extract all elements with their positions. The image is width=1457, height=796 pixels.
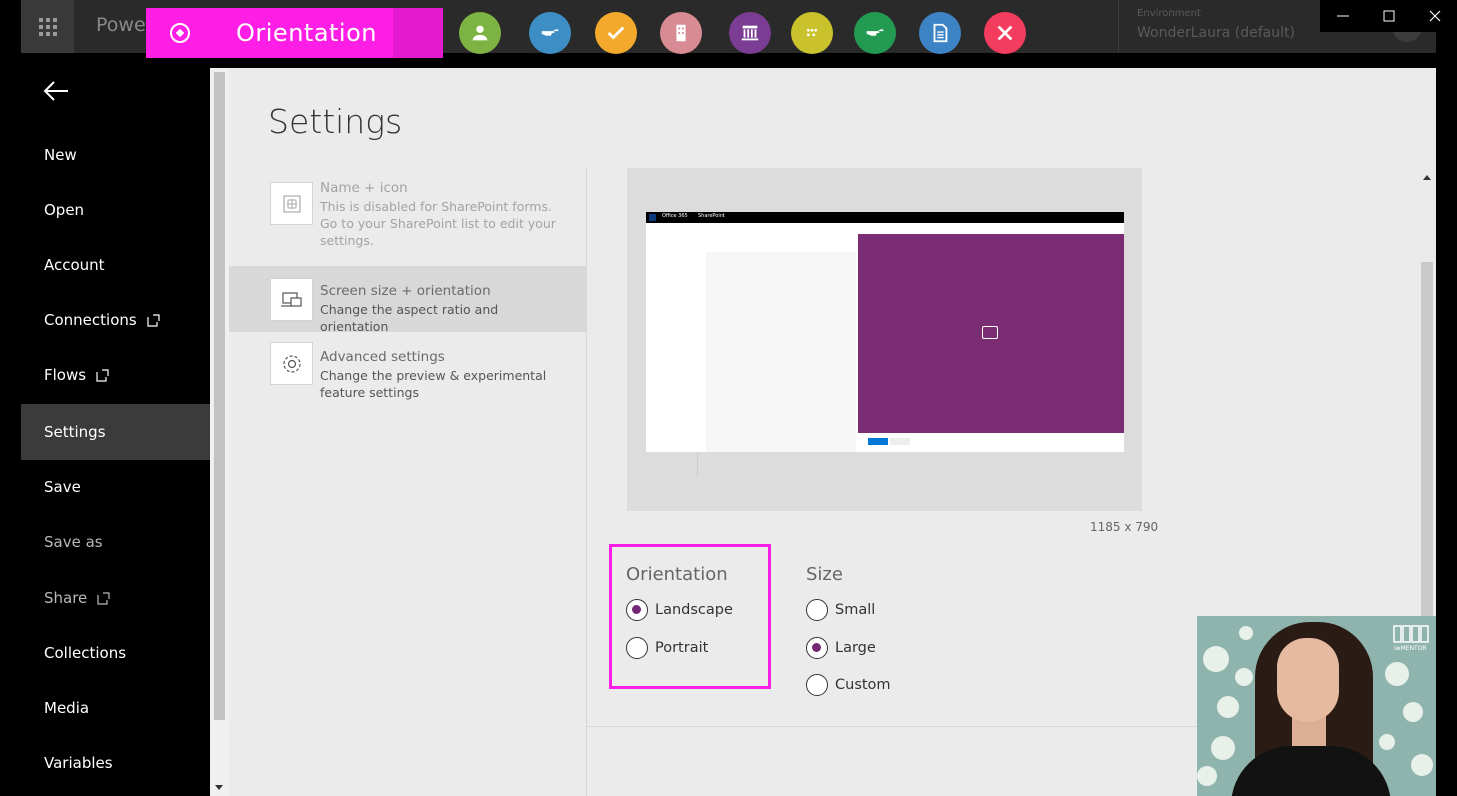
settings-item-title: Name + icon [320,180,408,196]
maximize-icon [1383,10,1395,22]
app-launcher-button[interactable] [21,0,74,53]
preview-canvas [858,234,1124,433]
screen-preview: Office 365 SharePoint [627,168,1142,511]
nav-item-share[interactable]: Share [21,570,210,626]
radio-empty-icon [626,637,648,659]
person-icon [472,25,488,41]
external-link-icon [96,368,109,382]
external-link-icon [97,591,110,605]
preview-button [868,438,888,445]
building-button[interactable] [660,12,702,54]
radio-landscape[interactable]: Landscape [626,598,733,622]
hand-pointing-icon [541,29,559,36]
settings-item-screen-size[interactable]: Screen size + orientation Change the asp… [229,266,586,334]
building-icon [676,24,686,42]
nav-item-collections[interactable]: Collections [21,625,210,681]
library-button[interactable] [729,12,771,54]
preview-button-secondary [890,438,910,445]
tools-icon [997,25,1013,41]
sidebar-scrollbar[interactable] [210,68,229,796]
nav-item-open[interactable]: Open [21,182,210,238]
gear-icon [270,342,313,385]
tools-button[interactable] [984,12,1026,54]
scroll-up-icon[interactable] [1423,175,1431,180]
nav-item-connections[interactable]: Connections [21,292,210,348]
checkmark-button[interactable] [595,12,637,54]
dots-grid-icon [806,28,818,37]
page-title: Settings [268,102,403,141]
badge-title: Orientation [236,19,377,47]
screen-dimensions: 1185 x 790 [1090,520,1159,534]
nav-item-flows[interactable]: Flows [21,347,210,403]
size-title: Size [806,564,843,585]
settings-item-title: Screen size + orientation [320,283,491,299]
image-icon [982,326,998,339]
minimize-button[interactable] [1320,0,1366,32]
settings-item-description: This is disabled for SharePoint forms. G… [320,199,556,248]
maximize-button[interactable] [1366,0,1412,32]
minimize-icon [1337,15,1349,17]
radio-empty-icon [806,674,828,696]
document-icon [933,23,948,43]
app-icon [270,182,313,225]
dots-grid-button[interactable] [791,12,833,54]
presenter-video: iwMENTOR [1197,616,1436,796]
nav-item-settings[interactable]: Settings [21,404,210,460]
preview-screen: Office 365 SharePoint [646,212,1124,452]
radio-custom[interactable]: Custom [806,673,891,697]
orientation-title: Orientation [626,564,728,585]
iwmentor-logo: iwMENTOR [1393,625,1429,652]
nav-item-media[interactable]: Media [21,680,210,736]
waffle-icon [39,18,57,36]
svg-text:iwMENTOR: iwMENTOR [1394,645,1427,652]
settings-item-name-icon: Name + icon This is disabled for SharePo… [229,174,586,248]
radio-selected-icon [806,637,828,659]
close-button[interactable] [1412,0,1457,32]
nav-item-variables[interactable]: Variables [21,735,210,791]
radio-selected-icon [626,599,648,621]
nav-item-new[interactable]: New [21,127,210,183]
nav-item-account[interactable]: Account [21,237,210,293]
screen-size-icon [270,278,313,321]
compass-icon [170,23,190,43]
radio-large[interactable]: Large [806,636,876,660]
settings-item-description: Change the aspect ratio and orientation [320,302,499,334]
window-controls [1320,0,1457,32]
checkmark-icon [607,26,625,40]
radio-empty-icon [806,599,828,621]
document-button[interactable] [919,12,961,54]
waffle-icon [649,214,656,221]
close-icon [1429,10,1441,22]
environment-label: Environment [1137,8,1201,19]
person-button[interactable] [459,12,501,54]
nav-item-save[interactable]: Save [21,459,210,515]
settings-item-advanced[interactable]: Advanced settings Change the preview & e… [229,334,586,400]
radio-portrait[interactable]: Portrait [626,636,708,660]
divider [586,168,587,796]
hand-pointing-button[interactable] [529,12,571,54]
radio-small[interactable]: Small [806,598,875,622]
settings-item-description: Change the preview & experimental featur… [320,368,547,400]
file-menu-sidebar: New Open Account Connections Flows Setti… [21,68,210,796]
settings-item-title: Advanced settings [320,349,445,365]
library-icon [741,25,759,41]
app-name: Powe [96,14,146,36]
hand-pointing-button-2[interactable] [854,12,896,54]
scroll-down-icon[interactable] [215,785,223,790]
environment-name: WonderLaura (default) [1137,25,1295,41]
preview-office-bar: Office 365 SharePoint [646,212,1124,223]
hand-pointing-icon [866,29,884,36]
nav-item-save-as[interactable]: Save as [21,514,210,570]
external-link-icon [147,313,160,327]
orientation-badge: Orientation [146,8,443,58]
back-arrow-icon[interactable] [41,76,71,106]
preview-form-area [706,252,856,452]
top-bar: Powe Environment WonderLaura (default) O… [0,0,1457,68]
